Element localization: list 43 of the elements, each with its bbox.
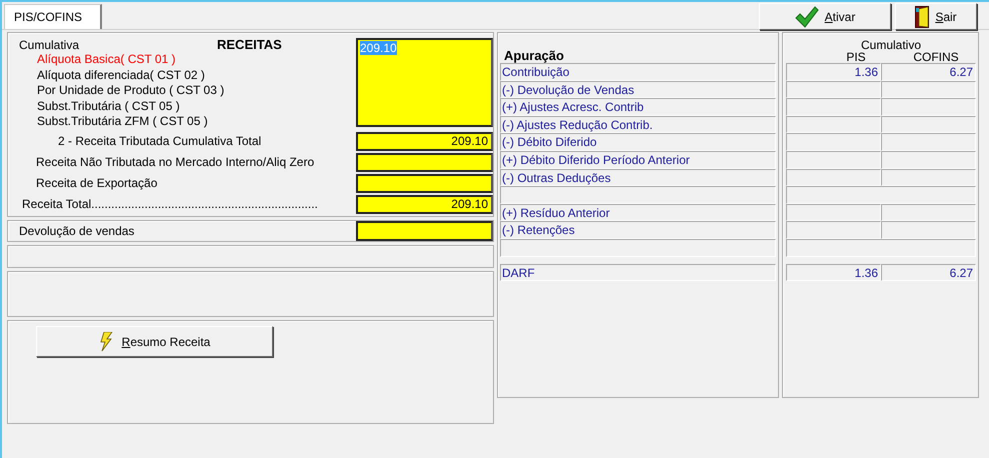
row-label: Contribuição <box>500 63 776 81</box>
row-label: (-) Retenções <box>500 221 776 239</box>
row-label: (-) Outras Deduções <box>500 168 776 186</box>
table-cell: 1.36 <box>786 63 881 81</box>
row-label: Devolução de vendas <box>19 224 134 238</box>
table-cell: 6.27 <box>881 63 976 81</box>
cst-label: Alíquota Basica( CST 01 ) <box>36 52 177 68</box>
input-field[interactable]: 209.10 <box>356 132 493 150</box>
toolbar-button[interactable]: Sair <box>895 3 977 30</box>
summary-button[interactable]: Resumo Receita <box>36 326 273 357</box>
cst-label: Subst.Tributária ZFM ( CST 05 ) <box>36 114 209 130</box>
cst-label: Subst.Tributária ( CST 05 ) <box>36 98 181 114</box>
row-label: (-) Devolução de Vendas <box>500 80 776 98</box>
checkmark-icon <box>794 6 819 28</box>
table-cell: 1.36 <box>786 264 881 282</box>
row-label: Receita Não Tributada no Mercado Interno/Aliq Zero <box>35 154 316 170</box>
column-header: COFINS <box>912 51 960 63</box>
input-field[interactable] <box>356 174 493 192</box>
row-label: Receita Total.................................................................... <box>21 196 319 212</box>
table-cell: 6.27 <box>881 264 976 282</box>
row-label: (+) Débito Diferido Período Anterior <box>500 150 776 169</box>
row-label: (+) Ajustes Acresc. Contrib <box>500 98 776 116</box>
column-group-header: Cumulativo <box>860 39 922 51</box>
row-label: (-) Ajustes Redução Contrib. <box>500 116 776 134</box>
cst-label: Alíquota diferenciada( CST 02 ) <box>36 68 206 83</box>
field-value: 209.10 <box>360 41 397 55</box>
row-label: 2 - Receita Tributada Cumulativa Total <box>57 132 262 150</box>
input-field[interactable]: 209.10 <box>356 194 493 214</box>
door-icon <box>915 6 930 28</box>
row-label: DARF <box>500 264 776 282</box>
toolbar-button[interactable]: Ativar <box>759 3 891 30</box>
input-field[interactable] <box>356 152 493 172</box>
row-label: (+) Resíduo Anterior <box>500 204 776 222</box>
tab[interactable]: PIS/COFINS <box>4 4 102 29</box>
row-label: (-) Débito Diferido <box>500 133 776 151</box>
column-header: PIS <box>845 51 867 63</box>
regime-label: Cumulativa <box>19 38 80 52</box>
row-label: Receita de Exportação <box>35 174 158 192</box>
section-title: RECEITAS <box>217 38 282 52</box>
input-field[interactable] <box>356 221 493 241</box>
cst-label: Por Unidade de Produto ( CST 03 ) <box>36 83 226 98</box>
section-title: Apuração <box>504 48 564 63</box>
lightning-icon <box>98 332 113 352</box>
